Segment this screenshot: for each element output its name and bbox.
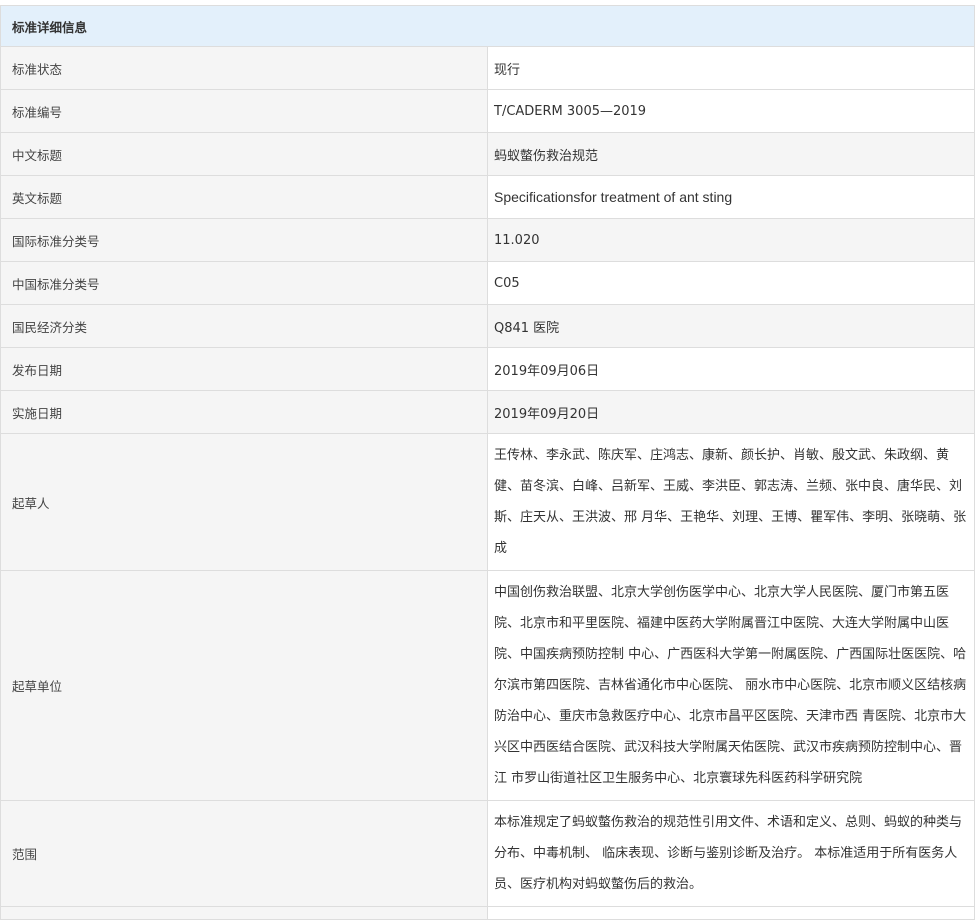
panel-title: 标准详细信息 [0, 5, 975, 47]
row-label: 标准编号 [0, 89, 488, 133]
row-value: 2019年09月06日 [487, 347, 975, 391]
row-label: 标准状态 [0, 46, 488, 90]
table-row-drafters: 起草人 王传林、李永武、陈庆军、庄鸿志、康新、颜长护、肖敏、殷文武、朱政纲、黄健… [0, 433, 975, 571]
table-row-effective-date: 实施日期 2019年09月20日 [0, 390, 975, 434]
row-value: C05 [487, 261, 975, 305]
row-label-empty [0, 906, 488, 920]
table-row-ccs: 中国标准分类号 C05 [0, 261, 975, 305]
table-row-partial [0, 906, 975, 920]
row-value: 现行 [487, 46, 975, 90]
row-label: 国际标准分类号 [0, 218, 488, 262]
table-row-drafting-units: 起草单位 中国创伤救治联盟、北京大学创伤医学中心、北京大学人民医院、厦门市第五医… [0, 570, 975, 801]
row-value: T/CADERM 3005—2019 [487, 89, 975, 133]
table-header-row: 标准详细信息 [0, 5, 975, 47]
row-label: 中文标题 [0, 132, 488, 176]
row-value-empty [487, 906, 975, 920]
row-value: Q841 医院 [487, 304, 975, 348]
row-value: 本标准规定了蚂蚁螫伤救治的规范性引用文件、术语和定义、总则、蚂蚁的种类与分布、中… [487, 800, 975, 907]
table-row-status: 标准状态 现行 [0, 46, 975, 90]
row-value: 11.020 [487, 218, 975, 262]
table-row-publish-date: 发布日期 2019年09月06日 [0, 347, 975, 391]
standard-detail-panel: 标准详细信息 标准状态 现行 标准编号 T/CADERM 3005—2019 中… [0, 5, 975, 920]
table-row-economic-class: 国民经济分类 Q841 医院 [0, 304, 975, 348]
standard-detail-table: 标准详细信息 标准状态 现行 标准编号 T/CADERM 3005—2019 中… [0, 5, 975, 920]
table-row-ics: 国际标准分类号 11.020 [0, 218, 975, 262]
row-label: 国民经济分类 [0, 304, 488, 348]
row-value: Specificationsfor treatment of ant sting [487, 175, 975, 219]
row-label: 中国标准分类号 [0, 261, 488, 305]
row-value: 王传林、李永武、陈庆军、庄鸿志、康新、颜长护、肖敏、殷文武、朱政纲、黄健、苗冬滨… [487, 433, 975, 571]
row-label: 起草单位 [0, 570, 488, 801]
table-row-number: 标准编号 T/CADERM 3005—2019 [0, 89, 975, 133]
row-label: 发布日期 [0, 347, 488, 391]
table-row-chinese-title: 中文标题 蚂蚁螫伤救治规范 [0, 132, 975, 176]
row-value: 蚂蚁螫伤救治规范 [487, 132, 975, 176]
row-value: 2019年09月20日 [487, 390, 975, 434]
row-label: 范围 [0, 800, 488, 907]
row-label: 英文标题 [0, 175, 488, 219]
row-label: 起草人 [0, 433, 488, 571]
table-row-scope: 范围 本标准规定了蚂蚁螫伤救治的规范性引用文件、术语和定义、总则、蚂蚁的种类与分… [0, 800, 975, 907]
row-label: 实施日期 [0, 390, 488, 434]
table-row-english-title: 英文标题 Specificationsfor treatment of ant … [0, 175, 975, 219]
row-value: 中国创伤救治联盟、北京大学创伤医学中心、北京大学人民医院、厦门市第五医 院、北京… [487, 570, 975, 801]
